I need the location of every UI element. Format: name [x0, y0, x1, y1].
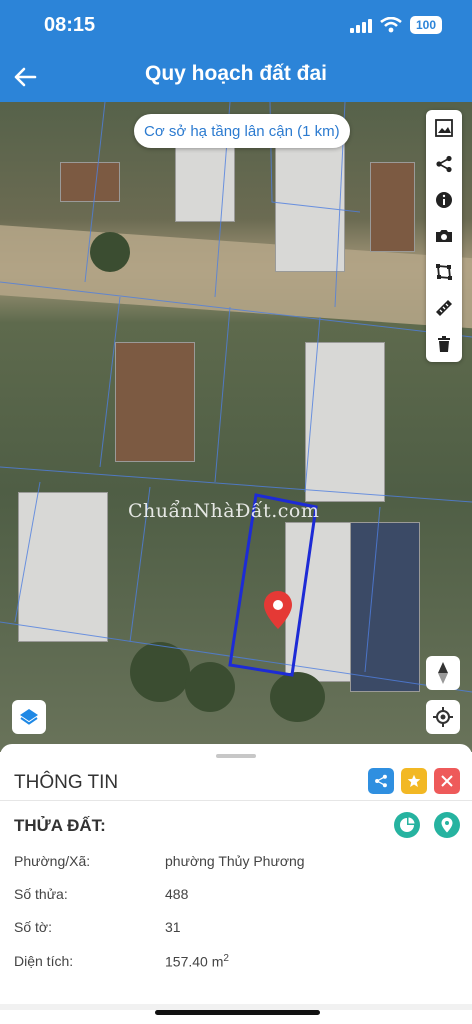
- map-toolbar: [426, 110, 462, 362]
- sheet-number-value: 31: [165, 919, 181, 935]
- sheet-actions: [368, 768, 460, 794]
- parcel-boundaries: [0, 102, 472, 693]
- map-pin-icon[interactable]: [434, 812, 460, 838]
- signal-icon: [350, 17, 372, 33]
- chart-icon[interactable]: [394, 812, 420, 838]
- favorite-button[interactable]: [401, 768, 427, 794]
- selected-parcel-outline: [228, 493, 318, 677]
- ward-value: phường Thủy Phương: [165, 853, 305, 869]
- star-icon: [407, 774, 421, 787]
- satellite-map[interactable]: ChuẩnNhàĐất.com Cơ sở hạ tầng lân cận (1…: [0, 102, 472, 752]
- sheet-number-label: Số tờ:: [14, 919, 52, 935]
- locate-icon[interactable]: [426, 700, 460, 734]
- page-title: Quy hoạch đất đai: [144, 62, 328, 85]
- close-button[interactable]: [434, 768, 460, 794]
- share-icon[interactable]: [426, 146, 462, 182]
- info-icon[interactable]: [426, 182, 462, 218]
- area-value: 157.40 m: [165, 953, 224, 970]
- sheet-divider: [0, 800, 472, 801]
- image-icon[interactable]: [426, 110, 462, 146]
- layers-icon[interactable]: [12, 700, 46, 734]
- share-button[interactable]: [368, 768, 394, 794]
- status-icons: 100: [350, 16, 442, 34]
- share-icon: [375, 774, 387, 788]
- area-unit-sup: 2: [223, 953, 229, 964]
- parcel-number-value: 488: [165, 886, 189, 902]
- app-header: 08:15 100 Quy hoạch đất đai: [0, 0, 472, 102]
- ward-label: Phường/Xã:: [14, 853, 91, 869]
- home-indicator: [155, 1010, 320, 1015]
- compass-icon[interactable]: [426, 656, 460, 690]
- map-pin-icon[interactable]: [263, 590, 293, 630]
- camera-icon[interactable]: [426, 218, 462, 254]
- area-value-wrap: 157.40 m2: [165, 953, 229, 970]
- wifi-icon: [380, 17, 402, 33]
- info-sheet: THÔNG TIN THỬA ĐẤT: Phường/Xã: phường Th…: [0, 744, 472, 1024]
- battery-indicator: 100: [410, 16, 442, 34]
- sheet-drag-handle[interactable]: [216, 754, 256, 758]
- area-label: Diện tích:: [14, 953, 74, 969]
- parcel-actions: [394, 812, 460, 838]
- polygon-icon[interactable]: [426, 254, 462, 290]
- parcel-number-label: Số thửa:: [14, 886, 68, 902]
- nearby-infrastructure-chip[interactable]: Cơ sở hạ tầng lân cận (1 km): [134, 114, 350, 148]
- status-time: 08:15: [44, 14, 96, 36]
- trash-icon[interactable]: [426, 326, 462, 362]
- watermark: ChuẩnNhàĐất.com: [128, 500, 320, 522]
- ruler-icon[interactable]: [426, 290, 462, 326]
- sheet-title: THÔNG TIN: [14, 772, 119, 793]
- close-icon: [441, 775, 453, 787]
- parcel-heading: THỬA ĐẤT:: [14, 816, 106, 835]
